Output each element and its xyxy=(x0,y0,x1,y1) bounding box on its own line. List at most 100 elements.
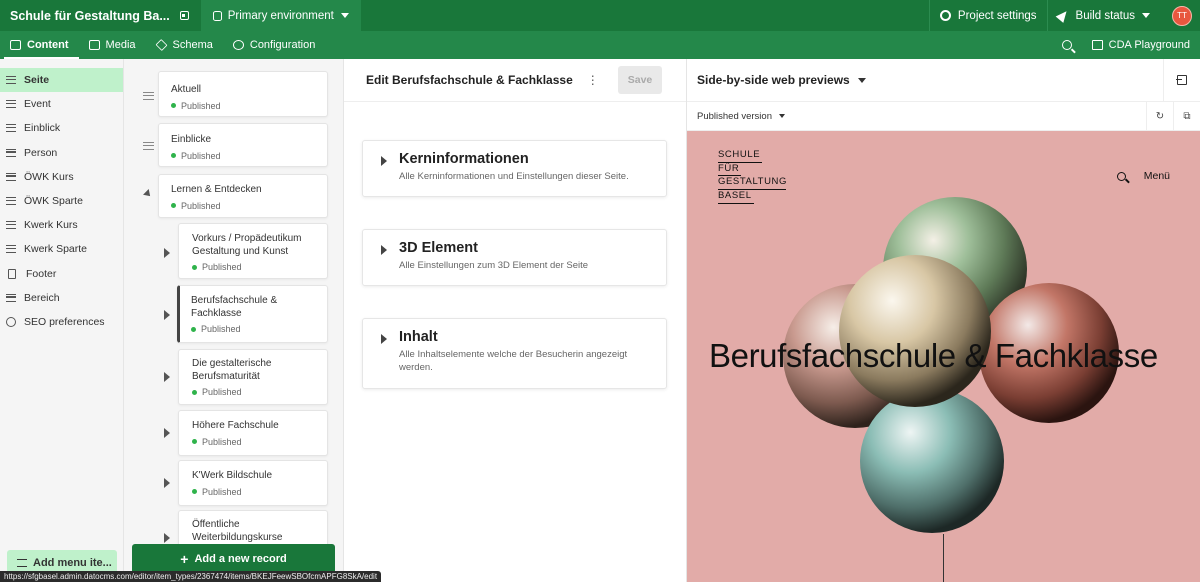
sidebar-item-label: Person xyxy=(24,146,58,159)
add-menu-item-label: Add menu ite... xyxy=(33,557,112,569)
list-icon xyxy=(6,76,16,85)
document-icon xyxy=(8,268,16,279)
plus-icon: + xyxy=(180,551,189,567)
published-dot-icon xyxy=(192,439,197,444)
tree-node-aktuell[interactable]: Aktuell Published xyxy=(158,71,328,117)
gear-icon xyxy=(6,316,16,327)
chevron-down-icon[interactable] xyxy=(779,114,785,118)
section-kerninformationen[interactable]: Kerninformationen Alle Kerninformationen… xyxy=(362,140,667,197)
section-3d-element[interactable]: 3D Element Alle Einstellungen zum 3D Ele… xyxy=(362,229,667,286)
sidebar-item-kwerk-kurs[interactable]: Kwerk Kurs xyxy=(0,213,123,237)
tree-node-vorkurs[interactable]: Vorkurs / Propädeutikum Gestaltung und K… xyxy=(178,223,328,279)
tree-node-title: K'Werk Bildschule xyxy=(192,470,273,481)
environment-switcher[interactable]: Primary environment xyxy=(200,0,361,31)
cda-playground-label: CDA Playground xyxy=(1108,39,1190,51)
caret-right-icon xyxy=(381,334,387,344)
open-external-icon[interactable]: ⧉ xyxy=(1173,101,1200,131)
version-select[interactable]: Published version xyxy=(697,111,772,122)
avatar[interactable]: TT xyxy=(1172,5,1192,26)
sidebar-item-owk-sparte[interactable]: ÖWK Sparte xyxy=(0,189,123,213)
sidebar-item-footer[interactable]: Footer xyxy=(0,262,123,286)
list-icon xyxy=(6,124,16,133)
status-badge: Published xyxy=(192,262,314,272)
section-inhalt[interactable]: Inhalt Alle Inhaltselemente welche der B… xyxy=(362,318,667,389)
refresh-icon[interactable]: ↻ xyxy=(1146,101,1173,131)
add-new-record-button[interactable]: + Add a new record xyxy=(132,544,335,574)
caret-down-icon[interactable] xyxy=(143,189,153,199)
tree-node-kwerk-bildschule[interactable]: K'Werk Bildschule Published xyxy=(178,460,328,506)
sidebar-item-label: ÖWK Kurs xyxy=(24,170,74,183)
status-url: https://sfgbasel.admin.datocms.com/edito… xyxy=(0,571,382,582)
section-description: Alle Inhaltselemente welche der Besucher… xyxy=(399,349,628,373)
tree-node-berufsmaturitaet[interactable]: Die gestalterische Berufsmaturität Publi… xyxy=(178,349,328,405)
status-badge: Published xyxy=(192,387,314,397)
section-nav: Content Media Schema Configuration CDA P… xyxy=(0,31,1200,59)
chevron-down-icon xyxy=(340,13,349,18)
list-icon xyxy=(6,172,16,181)
caret-right-icon[interactable] xyxy=(164,248,170,258)
add-new-record-label: Add a new record xyxy=(194,553,287,565)
drag-handle-icon[interactable] xyxy=(143,142,154,150)
caret-right-icon[interactable] xyxy=(164,533,170,543)
cda-playground-button[interactable]: CDA Playground xyxy=(1091,39,1200,51)
save-button[interactable]: Save xyxy=(618,66,662,94)
status-badge: Published xyxy=(171,151,315,161)
caret-right-icon[interactable] xyxy=(164,310,170,320)
tree-node-hoehere-fachschule[interactable]: Höhere Fachschule Published xyxy=(178,410,328,456)
caret-right-icon[interactable] xyxy=(164,428,170,438)
search-icon[interactable] xyxy=(1061,40,1072,50)
tree-node-einblicke[interactable]: Einblicke Published xyxy=(158,123,328,167)
published-dot-icon xyxy=(191,326,196,332)
more-options-icon[interactable]: ⋮ xyxy=(587,73,599,87)
sidebar-item-event[interactable]: Event xyxy=(0,92,123,116)
list-icon xyxy=(6,148,16,157)
configuration-icon xyxy=(232,40,244,50)
build-status-label: Build status xyxy=(1075,9,1135,22)
tree-node-lernen-entdecken[interactable]: Lernen & Entdecken Published xyxy=(158,174,328,218)
close-preview-button[interactable] xyxy=(1163,58,1200,102)
status-label: Published xyxy=(202,436,242,447)
project-settings-button[interactable]: Project settings xyxy=(928,0,1047,31)
sidebar-item-kwerk-sparte[interactable]: Kwerk Sparte xyxy=(0,237,123,261)
sidebar-item-owk-kurs[interactable]: ÖWK Kurs xyxy=(0,165,123,189)
tree-node-title: Berufsfachschule & Fachklasse xyxy=(191,295,278,319)
status-badge: Published xyxy=(192,487,314,497)
sidebar-item-seo-preferences[interactable]: SEO preferences xyxy=(0,310,123,334)
tab-media[interactable]: Media xyxy=(79,31,146,59)
models-sidebar: Seite Event Einblick Person ÖWK Kurs ÖWK… xyxy=(0,59,124,582)
tab-configuration[interactable]: Configuration xyxy=(223,31,325,59)
logo-line: BASEL xyxy=(718,190,754,204)
status-badge: Published xyxy=(191,324,316,334)
sidebar-item-seite[interactable]: Seite xyxy=(0,68,123,93)
status-label: Published xyxy=(202,262,242,272)
sidebar-item-einblick[interactable]: Einblick xyxy=(0,116,123,140)
open-site-icon[interactable] xyxy=(179,11,189,20)
caret-right-icon[interactable] xyxy=(164,372,170,382)
caret-right-icon[interactable] xyxy=(164,478,170,488)
site-menu-button[interactable]: Menü xyxy=(1144,170,1170,182)
drag-handle-icon[interactable] xyxy=(143,92,154,100)
sidebar-item-label: SEO preferences xyxy=(24,315,105,328)
sidebar-item-label: Event xyxy=(24,98,51,111)
status-badge: Published xyxy=(171,101,315,111)
tab-label: Media xyxy=(105,39,136,51)
section-title: Kerninformationen xyxy=(399,151,529,167)
tab-content[interactable]: Content xyxy=(0,31,79,59)
chevron-down-icon[interactable] xyxy=(857,77,866,83)
tree-node-title: Aktuell xyxy=(171,84,202,95)
status-label: Published xyxy=(202,387,242,397)
search-icon[interactable] xyxy=(1116,171,1126,181)
logo-line: FÜR xyxy=(718,163,742,177)
rocket-icon xyxy=(1055,8,1070,23)
sidebar-item-bereich[interactable]: Bereich xyxy=(0,286,123,310)
tree-node-berufsfachschule[interactable]: Berufsfachschule & Fachklasse Published xyxy=(177,285,328,343)
section-title: Inhalt xyxy=(399,329,438,345)
site-logo[interactable]: SCHULE FÜR GESTALTUNG BASEL xyxy=(718,149,786,204)
build-status-button[interactable]: Build status xyxy=(1046,0,1160,31)
sidebar-item-label: Seite xyxy=(24,74,50,87)
section-description: Alle Kerninformationen und Einstellungen… xyxy=(399,171,629,182)
sidebar-item-person[interactable]: Person xyxy=(0,141,123,165)
project-switcher[interactable]: Schule für Gestaltung Ba... xyxy=(0,0,201,31)
tab-schema[interactable]: Schema xyxy=(146,31,223,59)
preview-title[interactable]: Side-by-side web previews xyxy=(697,73,850,87)
